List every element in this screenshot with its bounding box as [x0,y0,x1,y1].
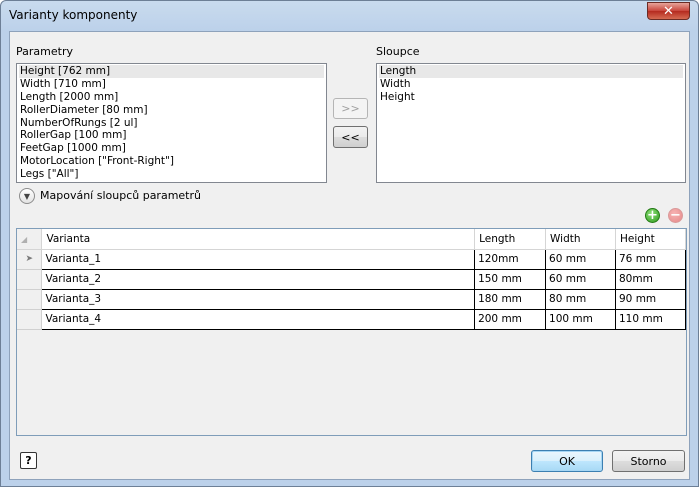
sloupce-label: Sloupce [376,45,420,58]
remove-row-icon: − [668,208,683,223]
list-item[interactable]: FeetGap [1000 mm] [19,142,324,155]
list-item[interactable]: Height [762 mm] [19,65,324,78]
table-row[interactable]: Varianta_2 150 mm 60 mm 80mm [17,268,686,290]
current-row-marker-icon[interactable]: ➤ [17,248,43,270]
table-row[interactable]: ➤ Varianta_1 120mm 60 mm 76 mm [17,248,686,270]
select-all-corner[interactable]: ◢ [17,229,43,250]
remove-column-button[interactable]: << [333,126,368,148]
cell-length[interactable]: 200 mm [474,308,547,330]
add-row-icon[interactable]: + [645,208,660,223]
cell-height[interactable]: 76 mm [615,248,686,270]
cell-height[interactable]: 110 mm [615,308,686,330]
row-header[interactable] [17,288,43,310]
close-button[interactable]: ✕ [647,2,690,20]
cell-length[interactable]: 180 mm [474,288,547,310]
cell-width[interactable]: 100 mm [545,308,616,330]
parametry-label: Parametry [16,45,73,58]
help-button[interactable]: ? [20,452,37,469]
dialog-window: Varianty komponenty ✕ Parametry Height [… [0,0,699,487]
list-item[interactable]: NumberOfRungs [2 ul] [19,117,324,130]
list-item[interactable]: Legs ["All"] [19,168,324,181]
column-header-height[interactable]: Height [615,229,686,250]
column-header-varianta[interactable]: Varianta [41,229,476,250]
parametry-listbox[interactable]: Height [762 mm] Width [710 mm] Length [2… [16,63,327,183]
table-row[interactable]: Varianta_3 180 mm 80 mm 90 mm [17,288,686,310]
cell-length[interactable]: 120mm [474,248,547,270]
list-item[interactable]: Width [710 mm] [19,78,324,91]
cell-width[interactable]: 60 mm [545,248,616,270]
cell-height[interactable]: 80mm [615,268,686,290]
cell-varianta[interactable]: Varianta_1 [41,248,476,270]
list-item[interactable]: RollerGap [100 mm] [19,129,324,142]
list-item[interactable]: Height [379,91,683,104]
cell-height[interactable]: 90 mm [615,288,686,310]
cell-varianta[interactable]: Varianta_3 [41,288,476,310]
table-row[interactable]: Varianta_4 200 mm 100 mm 110 mm [17,308,686,330]
column-header-width[interactable]: Width [545,229,616,250]
column-header-length[interactable]: Length [474,229,547,250]
sloupce-listbox[interactable]: Length Width Height [376,63,686,183]
variants-grid: ◢ Varianta Length Width Height ➤ Variant… [16,228,687,436]
row-header[interactable] [17,308,43,330]
cell-width[interactable]: 80 mm [545,288,616,310]
cell-varianta[interactable]: Varianta_2 [41,268,476,290]
add-column-button[interactable]: >> [333,98,368,119]
list-item[interactable]: Length [379,65,683,78]
window-title: Varianty komponenty [9,8,138,22]
cell-varianta[interactable]: Varianta_4 [41,308,476,330]
list-item[interactable]: RollerDiameter [80 mm] [19,104,324,117]
dialog-client-area: Parametry Height [762 mm] Width [710 mm]… [9,31,690,480]
mapping-label[interactable]: Mapování sloupců parametrů [40,189,201,202]
cell-length[interactable]: 150 mm [474,268,547,290]
title-bar: Varianty komponenty ✕ [1,1,698,31]
ok-button[interactable]: OK [531,450,603,472]
list-item[interactable]: Width [379,78,683,91]
cancel-button[interactable]: Storno [612,450,685,472]
variants-table: ◢ Varianta Length Width Height ➤ Variant… [17,229,686,330]
list-item[interactable]: MotorLocation ["Front-Right"] [19,155,324,168]
chevron-down-icon[interactable]: ▼ [19,188,35,204]
cell-width[interactable]: 60 mm [545,268,616,290]
list-item[interactable]: Length [2000 mm] [19,91,324,104]
close-icon: ✕ [663,3,674,19]
table-header-row: ◢ Varianta Length Width Height [17,229,686,250]
row-header[interactable] [17,268,43,290]
